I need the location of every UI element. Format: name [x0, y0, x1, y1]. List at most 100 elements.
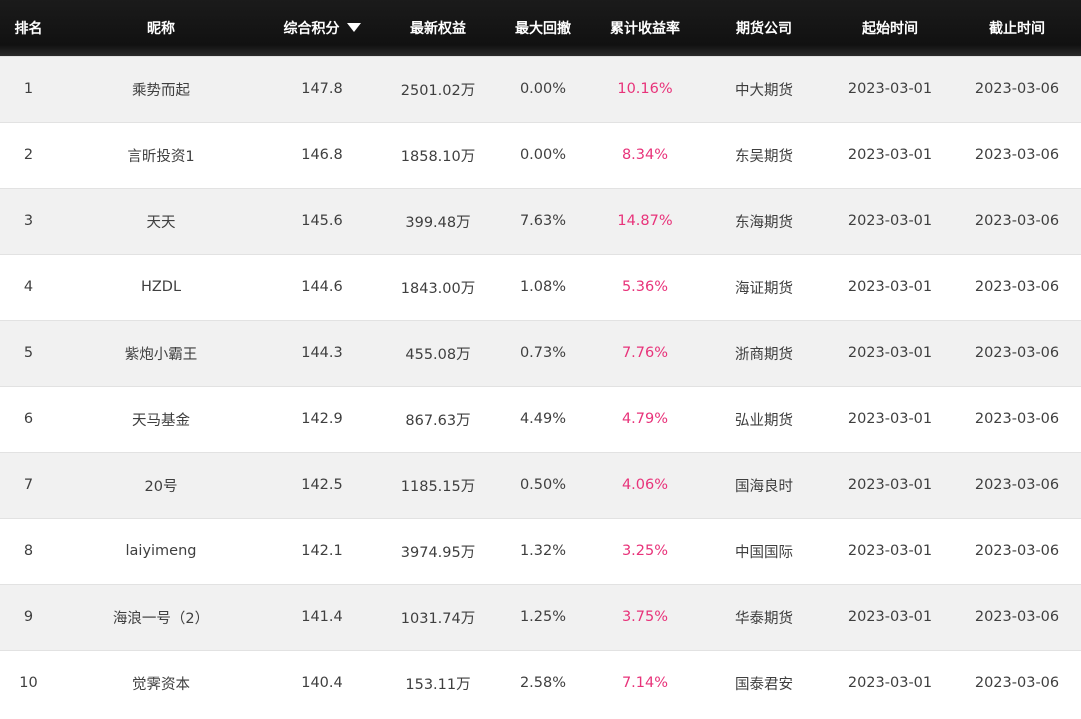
- cell-rank: 10: [19, 675, 38, 692]
- cell-company: 国海良时: [735, 478, 793, 495]
- cell-equity: 1031.74万: [400, 610, 476, 627]
- cell-end-date: 2023-03-06: [974, 543, 1060, 559]
- table-row[interactable]: 1 乘势而起 147.8 2501.02万 0.00% 10.16% 中大期货 2023-03…: [0, 56, 1081, 122]
- cell-return: 7.14%: [621, 675, 669, 692]
- cell-equity: 3974.95万: [400, 544, 476, 561]
- cell-equity: 1858.10万: [400, 148, 476, 165]
- cell-rank: 2: [23, 147, 34, 163]
- cell-end-date: 2023-03-06: [974, 477, 1060, 493]
- cell-drawdown: 1.32%: [519, 543, 567, 559]
- cell-nickname: 紫炮小霸王: [124, 346, 198, 363]
- header-drawdown[interactable]: 最大回撤: [497, 0, 589, 56]
- cell-rank: 6: [23, 411, 34, 427]
- cell-end-date: 2023-03-06: [974, 675, 1060, 692]
- cell-start-date: 2023-03-01: [847, 147, 933, 163]
- table-row[interactable]: 8 laiyimeng 142.1 3974.95万 1.32% 3.25% 中国国际 202…: [0, 518, 1081, 584]
- cell-start-date: 2023-03-01: [847, 345, 933, 361]
- cell-return: 7.76%: [621, 345, 669, 361]
- table-row[interactable]: 10 觉霁资本 140.4 153.11万 2.58% 7.14% 国泰君安 2023-03-…: [0, 650, 1081, 716]
- cell-nickname: 天马基金: [132, 412, 190, 429]
- header-score[interactable]: 综合积分: [265, 0, 379, 56]
- cell-equity: 455.08万: [405, 346, 471, 363]
- ranking-table: 排名 昵称 综合积分 最新权益 最大回撤 累计收益率 期货公司 起始时间 截止时…: [0, 0, 1081, 716]
- cell-score: 142.5: [301, 477, 343, 493]
- cell-drawdown: 2.58%: [519, 675, 567, 692]
- header-nickname[interactable]: 昵称: [57, 0, 265, 56]
- cell-start-date: 2023-03-01: [847, 675, 933, 692]
- cell-company: 弘业期货: [735, 412, 793, 429]
- cell-return: 14.87%: [617, 213, 673, 229]
- header-rank[interactable]: 排名: [0, 0, 57, 56]
- cell-equity: 2501.02万: [400, 82, 476, 99]
- cell-rank: 9: [23, 609, 34, 625]
- cell-end-date: 2023-03-06: [974, 345, 1060, 361]
- cell-nickname: 言昕投资1: [127, 148, 195, 165]
- cell-start-date: 2023-03-01: [847, 279, 933, 295]
- cell-end-date: 2023-03-06: [974, 213, 1060, 229]
- cell-return: 10.16%: [617, 81, 673, 97]
- header-row: 排名 昵称 综合积分 最新权益 最大回撤 累计收益率 期货公司 起始时间 截止时…: [0, 0, 1081, 56]
- header-end[interactable]: 截止时间: [953, 0, 1081, 56]
- table-row[interactable]: 2 言昕投资1 146.8 1858.10万 0.00% 8.34% 东吴期货 2023-03…: [0, 122, 1081, 188]
- cell-return: 4.06%: [621, 477, 669, 493]
- cell-drawdown: 4.49%: [519, 411, 567, 427]
- cell-score: 140.4: [301, 675, 343, 692]
- cell-score: 142.9: [301, 411, 343, 427]
- cell-nickname: 20号: [144, 478, 178, 495]
- cell-start-date: 2023-03-01: [847, 477, 933, 493]
- cell-rank: 8: [23, 543, 34, 559]
- header-return[interactable]: 累计收益率: [589, 0, 701, 56]
- table-row[interactable]: 5 紫炮小霸王 144.3 455.08万 0.73% 7.76% 浙商期货 2023-03-…: [0, 320, 1081, 386]
- cell-score: 141.4: [301, 609, 343, 625]
- cell-rank: 1: [23, 81, 34, 97]
- cell-return: 8.34%: [621, 147, 669, 163]
- cell-equity: 867.63万: [405, 412, 471, 429]
- cell-start-date: 2023-03-01: [847, 213, 933, 229]
- cell-rank: 5: [23, 345, 34, 361]
- header-equity[interactable]: 最新权益: [379, 0, 497, 56]
- cell-return: 5.36%: [621, 279, 669, 295]
- cell-end-date: 2023-03-06: [974, 147, 1060, 163]
- cell-nickname: 乘势而起: [132, 82, 190, 99]
- cell-end-date: 2023-03-06: [974, 411, 1060, 427]
- cell-start-date: 2023-03-01: [847, 81, 933, 97]
- cell-nickname: 天天: [146, 214, 176, 231]
- cell-equity: 399.48万: [405, 214, 471, 231]
- cell-drawdown: 0.73%: [519, 345, 567, 361]
- table-body: 1 乘势而起 147.8 2501.02万 0.00% 10.16% 中大期货 2023-03…: [0, 56, 1081, 716]
- cell-score: 144.6: [301, 279, 343, 295]
- table-row[interactable]: 7 20号 142.5 1185.15万 0.50% 4.06% 国海良时 2023-03-0…: [0, 452, 1081, 518]
- table-row[interactable]: 3 天天 145.6 399.48万 7.63% 14.87% 东海期货 2023-03-01…: [0, 188, 1081, 254]
- cell-score: 146.8: [301, 147, 343, 163]
- cell-end-date: 2023-03-06: [974, 279, 1060, 295]
- cell-nickname: laiyimeng: [125, 543, 197, 559]
- cell-drawdown: 0.00%: [519, 81, 567, 97]
- cell-drawdown: 1.08%: [519, 279, 567, 295]
- header-company[interactable]: 期货公司: [701, 0, 827, 56]
- cell-nickname: HZDL: [140, 279, 182, 295]
- cell-drawdown: 1.25%: [519, 609, 567, 625]
- cell-company: 东海期货: [735, 214, 793, 231]
- table-row[interactable]: 6 天马基金 142.9 867.63万 4.49% 4.79% 弘业期货 2023-03-0…: [0, 386, 1081, 452]
- cell-return: 3.25%: [621, 543, 669, 559]
- table-row[interactable]: 4 HZDL 144.6 1843.00万 1.08% 5.36% 海证期货 2023-03-…: [0, 254, 1081, 320]
- header-start[interactable]: 起始时间: [827, 0, 953, 56]
- cell-company: 国泰君安: [735, 676, 793, 693]
- cell-start-date: 2023-03-01: [847, 411, 933, 427]
- cell-drawdown: 7.63%: [519, 213, 567, 229]
- table-row[interactable]: 9 海浪一号（2） 141.4 1031.74万 1.25% 3.75% 华泰期货 2023-…: [0, 584, 1081, 650]
- cell-drawdown: 0.00%: [519, 147, 567, 163]
- cell-company: 中国国际: [735, 544, 793, 561]
- cell-score: 145.6: [301, 213, 343, 229]
- cell-company: 华泰期货: [735, 610, 793, 627]
- cell-equity: 1843.00万: [400, 280, 476, 297]
- sort-desc-icon[interactable]: [346, 22, 361, 32]
- cell-end-date: 2023-03-06: [974, 609, 1060, 625]
- cell-nickname: 觉霁资本: [132, 676, 190, 693]
- cell-return: 3.75%: [621, 609, 669, 625]
- cell-rank: 7: [23, 477, 34, 493]
- cell-company: 东吴期货: [735, 148, 793, 165]
- cell-equity: 1185.15万: [400, 478, 476, 495]
- cell-rank: 3: [23, 213, 34, 229]
- cell-return: 4.79%: [621, 411, 669, 427]
